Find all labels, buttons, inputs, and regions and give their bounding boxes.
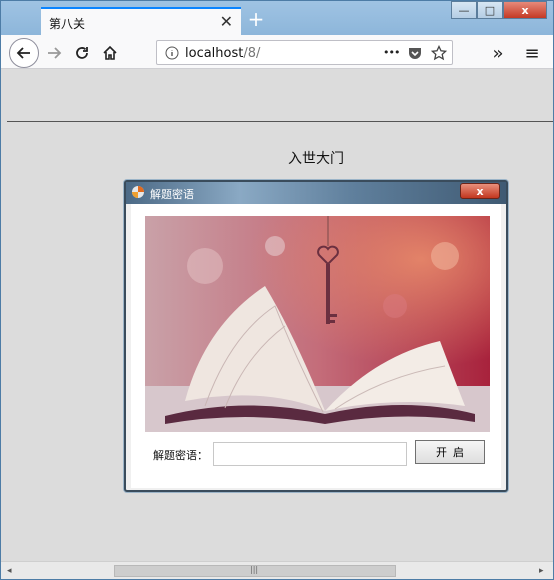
- window-controls: — □ x: [451, 1, 547, 19]
- app-logo-icon: [132, 186, 144, 198]
- dialog-title: 解题密语: [150, 188, 194, 201]
- password-label: 解题密语：: [153, 449, 208, 462]
- address-bar[interactable]: localhost/8/ •••: [156, 40, 453, 65]
- scroll-right-icon[interactable]: ▸: [539, 566, 544, 576]
- minimize-button[interactable]: —: [451, 1, 477, 19]
- home-icon: [103, 45, 117, 60]
- password-dialog: 解题密语 x 解题密语： 开启: [124, 180, 508, 492]
- scrollbar-thumb[interactable]: |||: [114, 565, 396, 577]
- new-tab-button[interactable]: +: [246, 7, 266, 31]
- scroll-left-icon[interactable]: ◂: [7, 566, 12, 576]
- tab-title: 第八关: [49, 17, 86, 31]
- divider: [7, 121, 553, 122]
- home-button[interactable]: [97, 40, 123, 66]
- back-arrow-icon: [16, 47, 30, 59]
- dialog-body: 解题密语： 开启: [131, 204, 501, 488]
- close-window-button[interactable]: x: [503, 1, 547, 19]
- tab-close-icon[interactable]: ✕: [220, 12, 233, 31]
- page-content: 入世大门 解题密语 x 解题密语： 开启: [1, 70, 553, 561]
- hamburger-menu-button[interactable]: ≡: [519, 40, 545, 66]
- password-input[interactable]: [213, 442, 407, 466]
- reload-button[interactable]: [69, 40, 95, 66]
- horizontal-scrollbar[interactable]: ◂ ||| ▸: [1, 561, 553, 579]
- open-book-key-image: [145, 216, 490, 432]
- page-actions-icon[interactable]: •••: [383, 46, 400, 59]
- dialog-title-bar: 解题密语 x: [126, 182, 506, 204]
- dialog-close-button[interactable]: x: [460, 183, 500, 199]
- navigation-toolbar: localhost/8/ ••• » ≡: [1, 35, 553, 69]
- browser-tab[interactable]: 第八关 ✕: [41, 7, 241, 35]
- title-bar: 第八关 ✕ + — □ x: [1, 1, 553, 35]
- page-heading: 入世大门: [288, 151, 344, 167]
- info-icon[interactable]: [165, 46, 179, 60]
- scrollbar-grip: |||: [250, 565, 259, 574]
- forward-arrow-icon: [48, 47, 62, 59]
- browser-window: 第八关 ✕ + — □ x localhost/8/ ••• » ≡ 入世大门 …: [0, 0, 554, 580]
- bookmark-star-icon[interactable]: [431, 45, 447, 61]
- url-text: localhost/8/: [185, 46, 261, 61]
- reload-icon: [76, 47, 88, 59]
- pocket-icon[interactable]: [407, 45, 423, 61]
- open-button[interactable]: 开启: [415, 440, 485, 464]
- maximize-button[interactable]: □: [477, 1, 503, 19]
- back-button[interactable]: [9, 38, 39, 68]
- forward-button[interactable]: [41, 40, 67, 66]
- overflow-menu-button[interactable]: »: [485, 40, 511, 66]
